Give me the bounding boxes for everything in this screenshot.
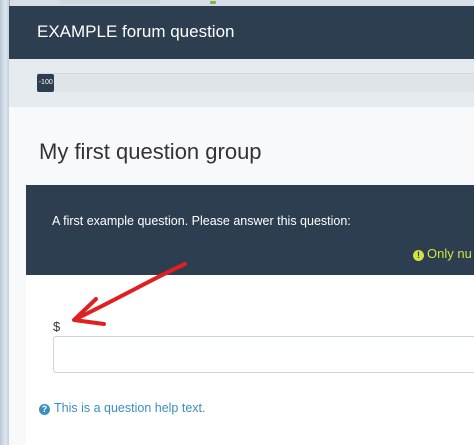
progress-label: -100 <box>38 79 53 86</box>
question-circle-icon: ? <box>39 404 50 415</box>
exclamation-circle-icon: ! <box>413 250 424 261</box>
answer-prefix: $ <box>53 319 61 334</box>
survey-title: EXAMPLE forum question <box>37 22 235 41</box>
question-header: A first example question. Please answer … <box>26 185 474 275</box>
question-text: A first example question. Please answer … <box>52 214 351 228</box>
question-help: ? This is a question help text. <box>39 401 205 415</box>
progress-bar: -100 <box>37 74 55 92</box>
progress-track: -100 <box>37 73 474 92</box>
help-text: This is a question help text. <box>54 401 206 415</box>
question-validation-warning: ! Only nu <box>413 246 472 261</box>
survey-header: EXAMPLE forum question <box>9 6 474 59</box>
browser-tab-remnant <box>60 0 160 4</box>
browser-status-dot <box>210 1 216 4</box>
question-group-title: My first question group <box>39 139 262 164</box>
progress-area: -100 <box>9 59 474 107</box>
answer-input[interactable] <box>53 336 474 373</box>
main-content: My first question group A first example … <box>9 107 474 445</box>
answer-area: $ ? This is a question help text. <box>26 275 474 445</box>
warning-text: Only nu <box>427 246 472 261</box>
